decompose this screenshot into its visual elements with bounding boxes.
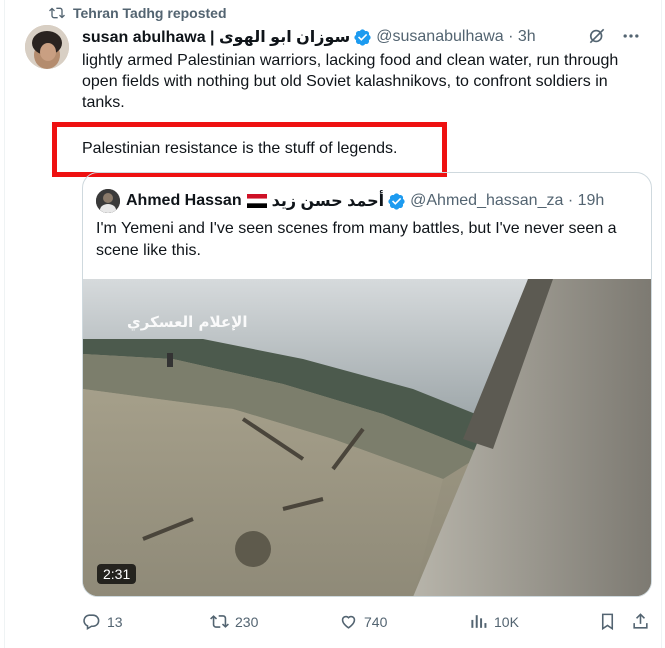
heart-icon: [341, 615, 356, 629]
quoted-avatar[interactable]: [96, 189, 120, 213]
tweet-card[interactable]: Tehran Tadhg reposted susan abulhawa | س…: [4, 0, 662, 648]
share-button[interactable]: [631, 612, 650, 631]
quoted-author-name-ar[interactable]: أحمد حسن زيد: [272, 191, 385, 211]
author-handle-time[interactable]: @susanabulhawa · 3h: [376, 28, 535, 46]
author-name[interactable]: susan abulhawa | سوزان ابو الهوى: [82, 27, 350, 47]
more-icon[interactable]: [621, 26, 641, 46]
header-actions: [587, 26, 641, 46]
quoted-handle-time[interactable]: @Ahmed_hassan_za · 19h: [410, 192, 604, 210]
repost-icon: [49, 7, 65, 19]
repost-button[interactable]: 230: [210, 612, 258, 631]
repost-action-icon: [210, 615, 229, 628]
video-watermark: الإعلام العسكري: [127, 313, 248, 331]
repost-indicator: Tehran Tadhg reposted: [49, 4, 227, 22]
like-button[interactable]: 740: [339, 612, 387, 631]
avatar[interactable]: [25, 25, 69, 69]
quoted-tweet-header: Ahmed Hassan أحمد حسن زيد @Ahmed_hassan_…: [96, 189, 639, 213]
reply-count: 13: [107, 613, 123, 630]
reply-icon: [83, 614, 100, 631]
video-duration: 2:31: [97, 564, 137, 584]
like-count: 740: [364, 613, 388, 630]
video-player[interactable]: الإعلام العسكري 2:31: [83, 279, 651, 596]
quoted-tweet-text: I'm Yemeni and I've seen scenes from man…: [96, 220, 617, 259]
tweet-highlight-text: Palestinian resistance is the stuff of l…: [82, 140, 398, 157]
grok-icon[interactable]: [587, 26, 607, 46]
views-chart-icon: [471, 615, 487, 628]
verified-badge-icon: [354, 28, 371, 46]
tweet-actions: 13 230 740 10K: [82, 612, 652, 636]
views-count: 10K: [494, 613, 519, 630]
quoted-author-name[interactable]: Ahmed Hassan: [126, 192, 242, 210]
views-button[interactable]: 10K: [469, 612, 519, 631]
repost-label[interactable]: Tehran Tadhg reposted: [73, 5, 227, 21]
reply-button[interactable]: 13: [82, 612, 123, 631]
quoted-tweet[interactable]: Ahmed Hassan أحمد حسن زيد @Ahmed_hassan_…: [82, 172, 652, 597]
bookmark-button[interactable]: [598, 612, 617, 631]
tweet-header: susan abulhawa | سوزان ابو الهوى @susana…: [82, 26, 645, 48]
bookmark-icon: [601, 613, 614, 631]
tweet-text: lightly armed Palestinian warriors, lack…: [82, 52, 619, 111]
repost-count: 230: [235, 613, 259, 630]
share-icon: [633, 613, 648, 629]
yemen-flag-icon: [246, 194, 267, 208]
quoted-verified-badge-icon: [388, 192, 405, 210]
